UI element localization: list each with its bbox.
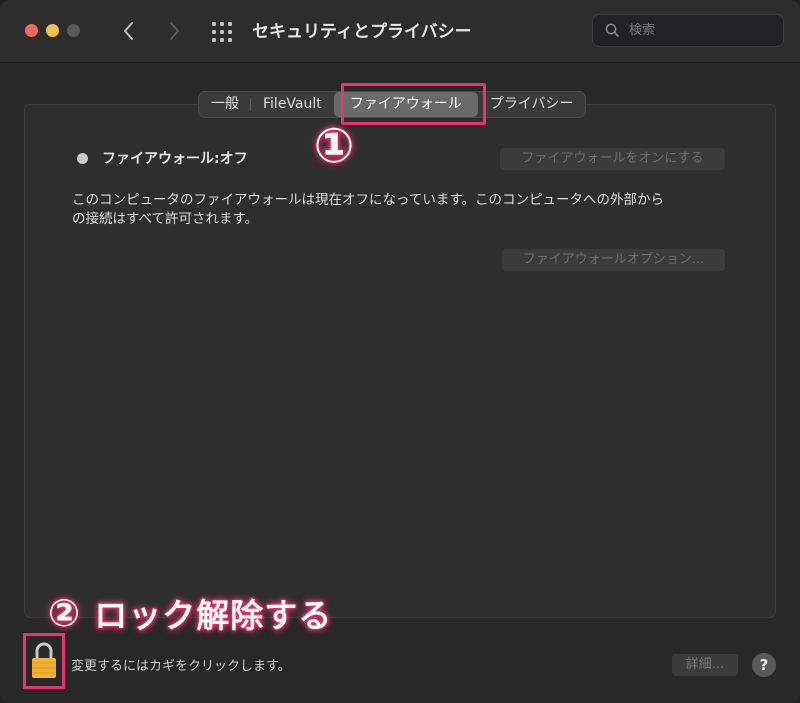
- tab-general[interactable]: 一般: [199, 92, 251, 117]
- firewall-description-line-2: の接続はすべて許可されます。: [72, 211, 259, 227]
- step-2-annotation: ② ロック解除する: [48, 588, 332, 638]
- lock-icon[interactable]: [31, 640, 57, 680]
- turn-on-firewall-button[interactable]: ファイアウォールをオンにする: [500, 148, 725, 170]
- forward-button[interactable]: [162, 18, 186, 44]
- chevron-left-icon: [124, 22, 133, 40]
- lock-hint-text: 変更するにはカギをクリックします。: [71, 659, 291, 674]
- zoom-window-button[interactable]: [67, 24, 80, 37]
- tab-filevault[interactable]: FileVault: [251, 92, 334, 117]
- help-button[interactable]: ?: [752, 653, 776, 677]
- firewall-status-label: ファイアウォール:オフ: [102, 151, 248, 167]
- grid-icon[interactable]: [212, 22, 232, 42]
- chevron-right-icon: [170, 22, 179, 40]
- close-window-button[interactable]: [25, 24, 38, 37]
- title-bar: セキュリティとプライバシー 検索: [0, 0, 800, 63]
- tab-privacy[interactable]: プライバシー: [478, 92, 586, 117]
- back-button[interactable]: [117, 18, 141, 44]
- firewall-status-indicator: [77, 153, 88, 164]
- firewall-description: このコンピュータのファイアウォールは現在オフになっています。このコンピュータへの…: [72, 191, 732, 229]
- search-icon: [605, 23, 619, 37]
- firewall-description-line-1: このコンピュータのファイアウォールは現在オフになっています。このコンピュータへの…: [72, 192, 664, 208]
- step-1-annotation: ①: [313, 118, 355, 174]
- firewall-options-button[interactable]: ファイアウォールオプション...: [502, 249, 725, 271]
- advanced-details-button[interactable]: 詳細...: [672, 654, 738, 676]
- search-placeholder: 検索: [629, 23, 656, 38]
- firewall-tab-highlight: [341, 83, 486, 125]
- search-field[interactable]: 検索: [592, 14, 784, 47]
- window-title: セキュリティとプライバシー: [252, 22, 472, 42]
- firewall-panel: [24, 104, 776, 618]
- step-2-number: ②: [48, 591, 81, 635]
- step-2-text: ロック解除する: [94, 596, 333, 635]
- system-preferences-window: セキュリティとプライバシー 検索 一般 FileVault ファイアウォール プ…: [0, 0, 800, 703]
- minimize-window-button[interactable]: [46, 24, 59, 37]
